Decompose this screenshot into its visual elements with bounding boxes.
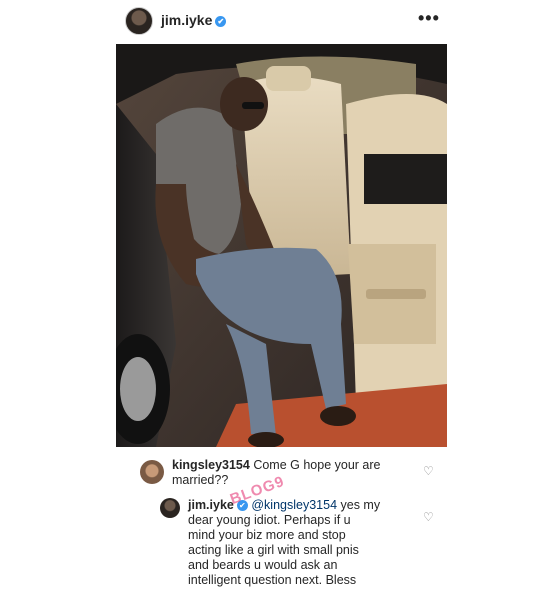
comment: kingsley3154 Come G hope your are marrie…: [172, 458, 412, 488]
avatar[interactable]: [125, 7, 153, 35]
comment-text: dear young idiot. Perhaps if u: [188, 513, 351, 527]
avatar[interactable]: [140, 460, 164, 484]
avatar[interactable]: [160, 498, 180, 518]
comment-mention[interactable]: @kingsley3154: [251, 498, 337, 512]
post-username[interactable]: jim.iyke ✔: [161, 12, 227, 28]
comments-section: kingsley3154 Come G hope your are marrie…: [116, 448, 447, 598]
comment-text: nis: [342, 543, 359, 557]
post-header: jim.iyke ✔ •••: [0, 0, 534, 42]
username-text[interactable]: jim.iyke: [161, 12, 212, 28]
comment-username[interactable]: jim.iyke: [188, 498, 234, 512]
post-photo[interactable]: [116, 44, 447, 447]
comment-text: mind your biz more and stop: [188, 528, 346, 542]
comment-text: acting like a girl with small p: [188, 543, 343, 557]
comment-reply: jim.iyke ✔ @kingsley3154 yes my dear youn…: [188, 498, 428, 588]
comment-text: and beards u would ask an: [188, 558, 338, 572]
comment-text: married??: [172, 473, 229, 487]
comment-text: yes my: [337, 498, 381, 512]
verified-badge-icon: ✔: [215, 16, 227, 27]
more-options-icon[interactable]: •••: [418, 8, 440, 29]
comment-username[interactable]: kingsley3154: [172, 458, 250, 472]
photo-illustration: [116, 44, 447, 447]
comment-text: intelligent question next. Bless: [188, 573, 357, 587]
comment-text: Come G hope your are: [253, 458, 381, 472]
heart-icon[interactable]: ♡: [423, 510, 434, 524]
heart-icon[interactable]: ♡: [423, 464, 434, 478]
